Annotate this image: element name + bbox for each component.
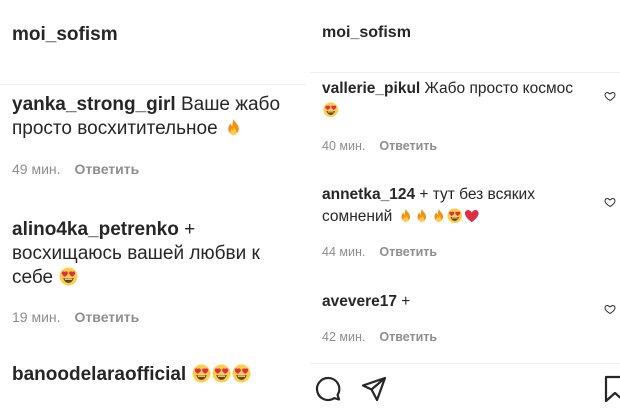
red-heart-emoji-icon bbox=[464, 208, 480, 224]
comment: alino4ka_petrenko + восхищаюсь вашей люб… bbox=[12, 218, 292, 290]
heart-eyes-emoji-icon bbox=[447, 208, 463, 224]
comment: vallerie_pikul Жабо просто космос bbox=[322, 78, 584, 122]
fire-emoji-icon bbox=[431, 208, 447, 224]
comment-username[interactable]: annetka_124 bbox=[322, 186, 415, 203]
comment-emojis bbox=[397, 208, 480, 225]
comment: annetka_124 + тут без всяких сомнений bbox=[322, 184, 584, 228]
comment-username[interactable]: alino4ka_petrenko bbox=[12, 219, 179, 240]
left-comments-panel: moi_sofism yanka_strong_girl Ваше жабо п… bbox=[0, 0, 306, 413]
post-author-header[interactable]: moi_sofism bbox=[322, 24, 411, 42]
reply-button[interactable]: Ответить bbox=[379, 139, 437, 153]
reply-button[interactable]: Ответить bbox=[379, 245, 437, 259]
header-divider bbox=[0, 84, 306, 85]
comment-username[interactable]: yanka_strong_girl bbox=[12, 94, 176, 115]
heart-eyes-emoji-icon bbox=[232, 364, 251, 383]
reply-button[interactable]: Ответить bbox=[379, 330, 437, 344]
comment-text: + bbox=[397, 293, 411, 310]
comment: banoodelaraofficial bbox=[12, 363, 292, 387]
comment-text: Жабо просто космос bbox=[420, 80, 574, 97]
fire-emoji-icon bbox=[398, 208, 414, 224]
comment-emojis bbox=[191, 364, 251, 385]
comment-emojis bbox=[223, 118, 243, 139]
fire-emoji-icon bbox=[414, 208, 430, 224]
post-action-bar bbox=[310, 363, 620, 413]
header-divider bbox=[310, 72, 620, 73]
comment-emojis bbox=[322, 102, 339, 119]
heart-outline-icon[interactable] bbox=[604, 90, 616, 102]
heart-eyes-emoji-icon bbox=[192, 364, 211, 383]
comment-username[interactable]: vallerie_pikul bbox=[322, 80, 420, 97]
comment-meta: 19 мин. Ответить bbox=[12, 309, 139, 325]
comment-icon[interactable] bbox=[314, 375, 342, 408]
comment-username[interactable]: banoodelaraofficial bbox=[12, 364, 186, 385]
comment-username[interactable]: avevere17 bbox=[322, 293, 397, 310]
comment-time: 49 мин. bbox=[12, 161, 61, 177]
reply-button[interactable]: Ответить bbox=[75, 309, 140, 325]
post-author-header[interactable]: moi_sofism bbox=[12, 24, 118, 46]
heart-eyes-emoji-icon bbox=[212, 364, 231, 383]
heart-outline-icon[interactable] bbox=[604, 196, 616, 208]
comment-meta: 40 мин. Ответить bbox=[322, 139, 437, 153]
comment-meta: 44 мин. Ответить bbox=[322, 245, 437, 259]
comment-time: 44 мин. bbox=[322, 245, 366, 259]
fire-emoji-icon bbox=[224, 118, 243, 137]
save-icon[interactable] bbox=[602, 375, 620, 408]
heart-outline-icon[interactable] bbox=[604, 303, 616, 315]
comment-emojis bbox=[58, 267, 78, 288]
reply-button[interactable]: Ответить bbox=[75, 161, 140, 177]
comment-meta: 42 мин. Ответить bbox=[322, 330, 437, 344]
comment-time: 42 мин. bbox=[322, 330, 366, 344]
action-bar-divider bbox=[310, 363, 620, 364]
comment-time: 19 мин. bbox=[12, 309, 61, 325]
heart-eyes-emoji-icon bbox=[323, 102, 339, 118]
comment: yanka_strong_girl Ваше жабо просто восхи… bbox=[12, 93, 292, 141]
heart-eyes-emoji-icon bbox=[59, 267, 78, 286]
share-icon[interactable] bbox=[360, 375, 388, 408]
comment-time: 40 мин. bbox=[322, 139, 366, 153]
right-comments-panel: moi_sofism vallerie_pikul Жабо просто ко… bbox=[310, 0, 620, 413]
comment-meta: 49 мин. Ответить bbox=[12, 161, 139, 177]
comment: avevere17 + bbox=[322, 291, 584, 313]
